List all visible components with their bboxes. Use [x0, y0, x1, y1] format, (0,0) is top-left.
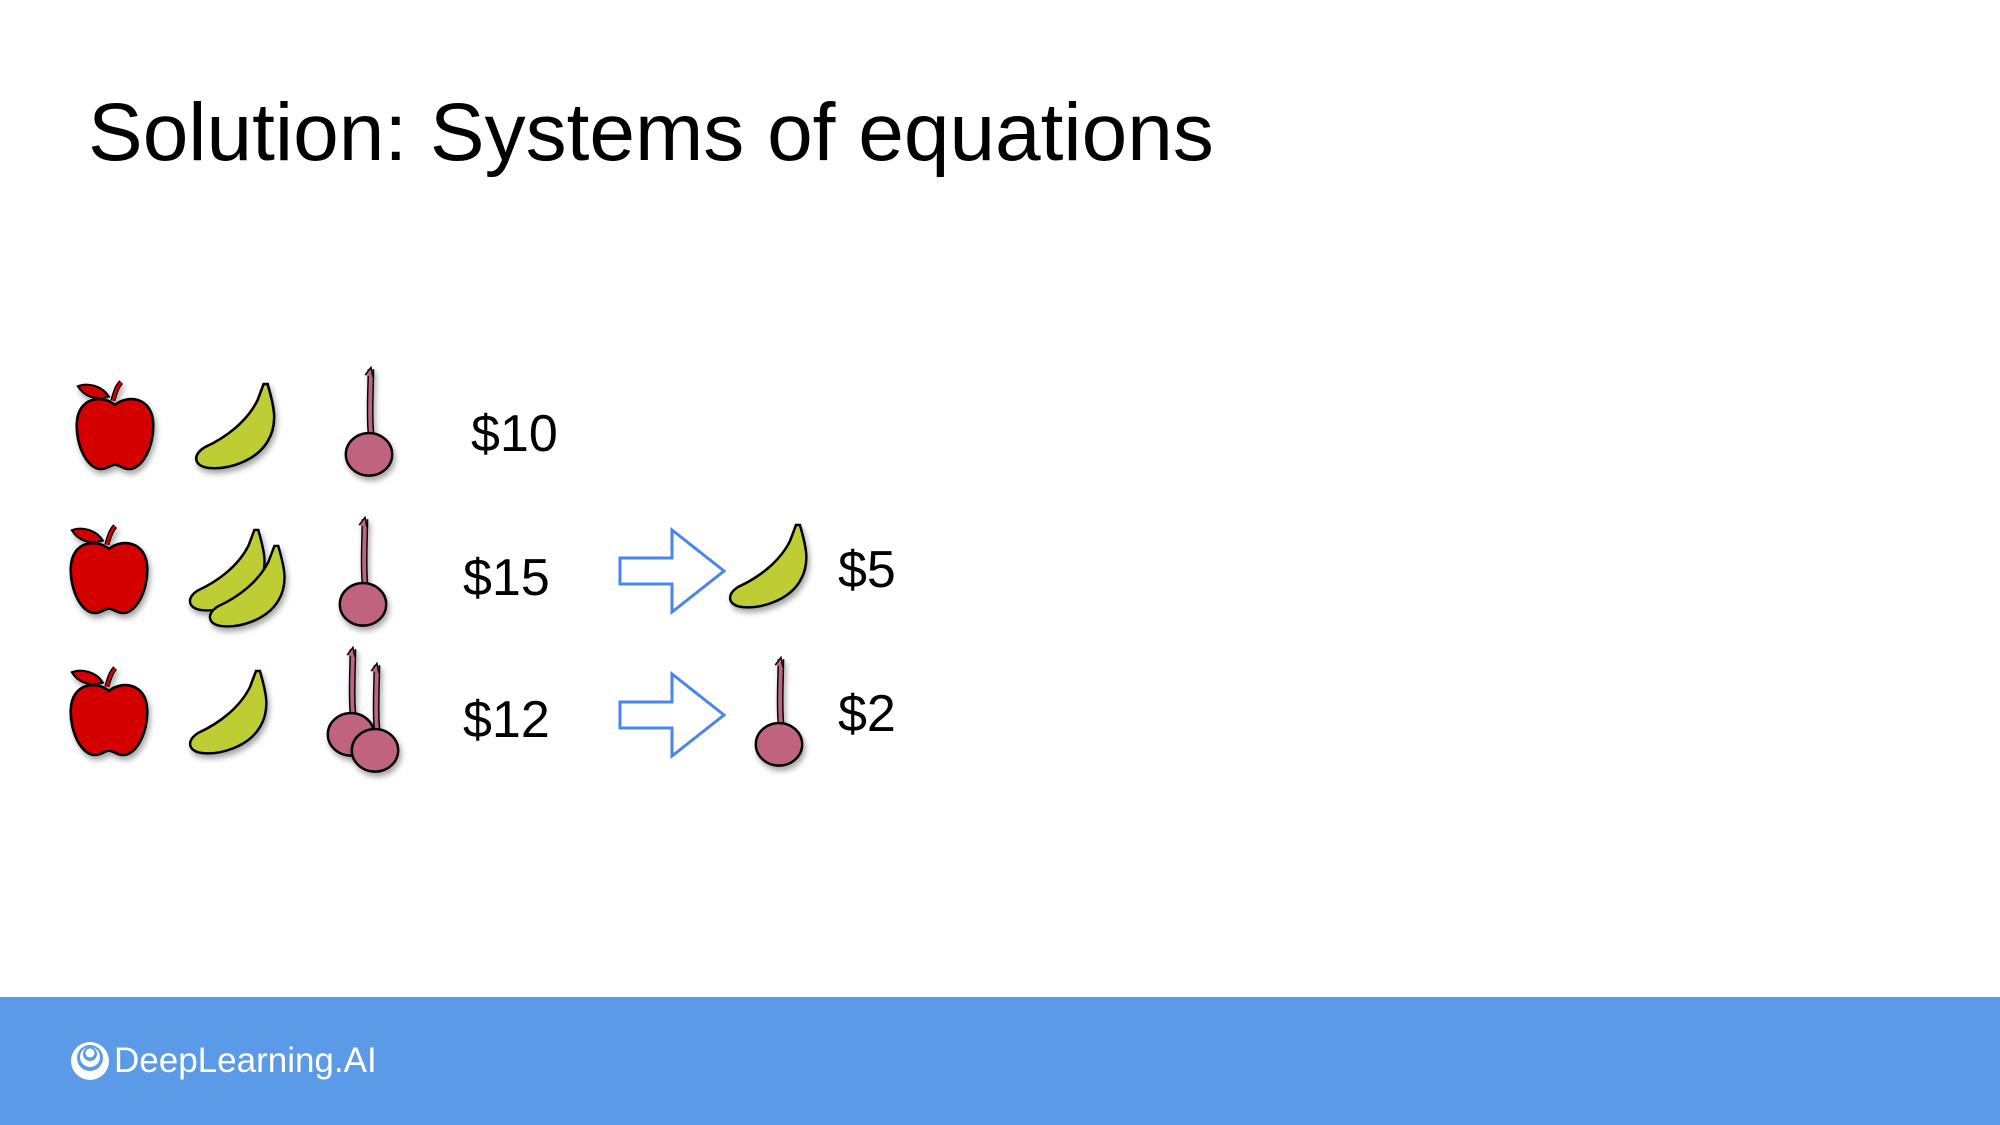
- brand-name: DeepLearning.AI: [114, 1041, 377, 1080]
- arrow-right-icon: [618, 670, 728, 760]
- brand-logo: DeepLearning.AI: [70, 1041, 377, 1081]
- apple-icon: [72, 378, 158, 473]
- row-price: $10: [471, 405, 558, 463]
- apple-icon: [66, 664, 152, 759]
- cherry-icon: [334, 514, 392, 628]
- banana-icon: [190, 380, 282, 472]
- arrow-right-icon: [618, 526, 728, 616]
- apple-icon: [66, 522, 152, 617]
- cherry-icon: [346, 660, 404, 774]
- deeplearning-logo-icon: [71, 1042, 109, 1080]
- banana-icon: [204, 540, 292, 632]
- row-price: $15: [463, 549, 550, 607]
- banana-icon: [724, 520, 814, 612]
- slide-title: Solution: Systems of equations: [88, 87, 1214, 178]
- banana-icon: [184, 666, 274, 758]
- cherry-icon: [340, 364, 398, 478]
- footer-bar: DeepLearning.AI: [0, 997, 2000, 1125]
- result-price: $5: [838, 541, 896, 599]
- row-price: $12: [463, 691, 550, 749]
- cherry-icon: [750, 654, 808, 768]
- result-price: $2: [838, 685, 896, 743]
